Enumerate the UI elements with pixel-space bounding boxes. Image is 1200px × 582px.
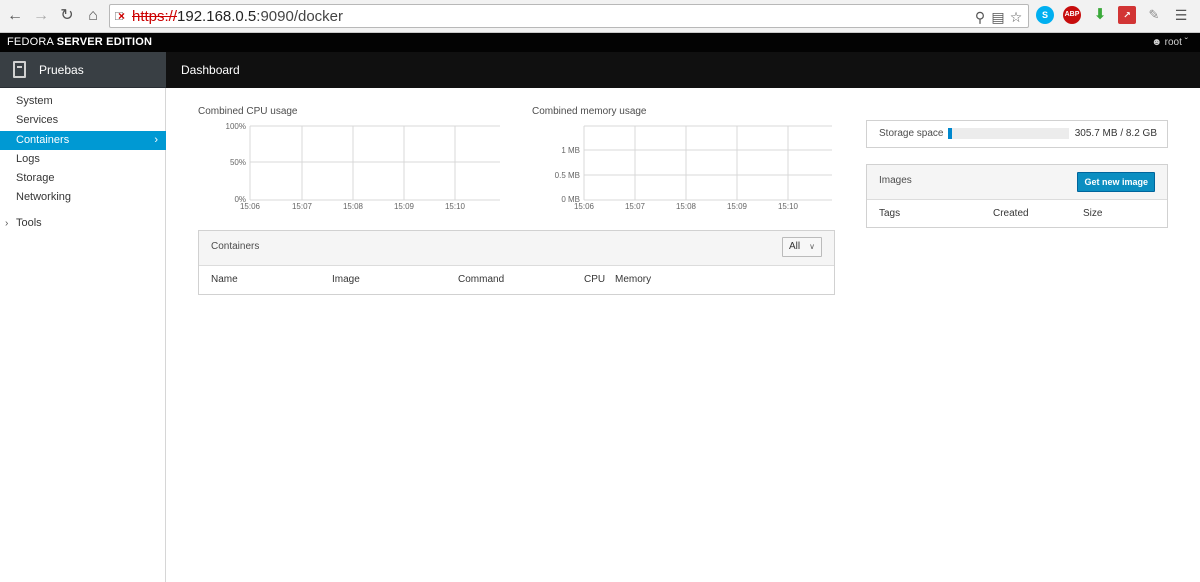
brand-prefix: FEDORA — [7, 36, 57, 48]
brand-name: SERVER EDITION — [56, 36, 153, 48]
sidebar-item-tools[interactable]: › Tools — [0, 214, 166, 233]
memory-chart: 1 MB 0.5 MB 0 MB 15:06 15:07 15:08 15:09… — [555, 125, 832, 211]
storage-usage-fill — [948, 128, 952, 139]
home-icon[interactable]: ⌂ — [83, 6, 103, 26]
x-tick-label: 15:10 — [445, 202, 466, 211]
column-header-name[interactable]: Name — [211, 274, 238, 285]
x-tick-label: 15:08 — [676, 202, 697, 211]
sidebar: System Services Containers › Logs Storage… — [0, 88, 166, 582]
sidebar-item-logs[interactable]: Logs — [0, 150, 166, 169]
pdf-icon[interactable]: ↗ — [1118, 6, 1136, 24]
address-bar[interactable]: □ × https://192.168.0.5:9090/docker ⚲ ▤ ☆ — [109, 4, 1029, 28]
column-header-image[interactable]: Image — [332, 274, 360, 285]
storage-label: Storage space — [879, 128, 944, 139]
translate-icon[interactable]: ▤ — [990, 9, 1006, 25]
x-tick-label: 15:09 — [727, 202, 748, 211]
get-new-image-button[interactable]: Get new image — [1077, 172, 1155, 192]
chevron-right-icon: › — [5, 218, 9, 229]
memory-chart-title: Combined memory usage — [532, 106, 647, 117]
column-header-tags[interactable]: Tags — [879, 208, 900, 219]
x-tick-label: 15:07 — [625, 202, 646, 211]
images-panel-title: Images — [879, 175, 912, 186]
column-header-memory[interactable]: Memory — [615, 274, 651, 285]
sidebar-item-networking[interactable]: Networking — [0, 188, 166, 207]
containers-panel-header: Containers All ∨ — [199, 231, 834, 266]
page-title[interactable]: Dashboard — [181, 63, 240, 77]
user-menu[interactable]: ☻ root ˇ — [1151, 37, 1188, 48]
chevron-down-icon: ∨ — [809, 242, 815, 251]
browser-toolbar: ← → ↻ ⌂ □ × https://192.168.0.5:9090/dock… — [0, 0, 1200, 33]
chevron-down-icon: ˇ — [1184, 37, 1188, 48]
x-tick-label: 15:08 — [343, 202, 364, 211]
containers-filter-dropdown[interactable]: All ∨ — [782, 237, 822, 257]
zoom-icon[interactable]: ⚲ — [972, 9, 988, 25]
containers-panel-title: Containers — [211, 241, 260, 252]
url-scheme: https:// — [132, 8, 178, 25]
host-name: Pruebas — [39, 63, 84, 77]
brand-bar: FEDORA SERVER EDITION ☻ root ˇ — [0, 33, 1200, 52]
x-tick-label: 15:09 — [394, 202, 415, 211]
x-tick-label: 15:06 — [574, 202, 595, 211]
brand-logo: FEDORA SERVER EDITION — [7, 36, 152, 48]
menu-icon[interactable]: ☰ — [1172, 6, 1190, 24]
x-tick-label: 15:10 — [778, 202, 799, 211]
cpu-chart-title: Combined CPU usage — [198, 106, 298, 117]
cpu-chart: 100% 50% 0% 15:06 15:07 15:08 15:09 15:1… — [226, 122, 500, 211]
server-icon — [13, 61, 26, 78]
host-selector[interactable]: Pruebas — [0, 52, 166, 88]
y-tick-label: 50% — [230, 158, 246, 167]
adblock-icon[interactable]: ABP — [1063, 6, 1081, 24]
url-text: https://192.168.0.5:9090/docker — [132, 8, 343, 25]
skype-icon[interactable]: S — [1036, 6, 1054, 24]
storage-usage-bar — [948, 128, 1069, 139]
filter-value: All — [789, 241, 801, 252]
sidebar-item-storage[interactable]: Storage — [0, 169, 166, 188]
forward-icon[interactable]: → — [31, 6, 51, 26]
storage-value: 305.7 MB / 8.2 GB — [1074, 128, 1157, 139]
column-header-size[interactable]: Size — [1083, 208, 1102, 219]
back-icon[interactable]: ← — [5, 6, 25, 26]
x-tick-label: 15:06 — [240, 202, 261, 211]
bookmark-star-icon[interactable]: ☆ — [1008, 9, 1024, 25]
x-tick-label: 15:07 — [292, 202, 313, 211]
chevron-right-icon: › — [154, 134, 158, 146]
user-icon: ☻ — [1151, 37, 1162, 48]
sidebar-item-label: Tools — [16, 217, 42, 229]
notes-icon[interactable]: ✎ — [1145, 6, 1163, 24]
url-host: 192.168.0.5 — [177, 8, 257, 25]
column-header-cpu[interactable]: CPU — [584, 274, 605, 285]
images-panel-header: Images Get new image — [867, 165, 1167, 200]
user-name: root — [1164, 37, 1182, 48]
containers-panel: Containers All ∨ Name Image Command CPU M… — [198, 230, 835, 295]
column-header-created[interactable]: Created — [993, 208, 1029, 219]
page-header: Dashboard — [166, 52, 1200, 88]
y-tick-label: 100% — [226, 122, 246, 131]
column-header-command[interactable]: Command — [458, 274, 504, 285]
insecure-lock-icon[interactable]: □ × — [115, 8, 131, 24]
download-arrow-icon[interactable]: ⬇ — [1091, 6, 1109, 24]
sidebar-item-label: Containers — [16, 134, 70, 146]
images-panel: Images Get new image Tags Created Size — [866, 164, 1168, 228]
sidebar-item-containers[interactable]: Containers › — [0, 131, 166, 150]
sidebar-item-services[interactable]: Services — [0, 111, 166, 130]
y-tick-label: 1 MB — [561, 146, 580, 155]
y-tick-label: 0.5 MB — [555, 171, 580, 180]
reload-icon[interactable]: ↻ — [57, 6, 77, 26]
storage-panel: Storage space 305.7 MB / 8.2 GB — [866, 120, 1168, 148]
sidebar-item-system[interactable]: System — [0, 92, 166, 111]
url-path: :9090/docker — [256, 8, 344, 25]
